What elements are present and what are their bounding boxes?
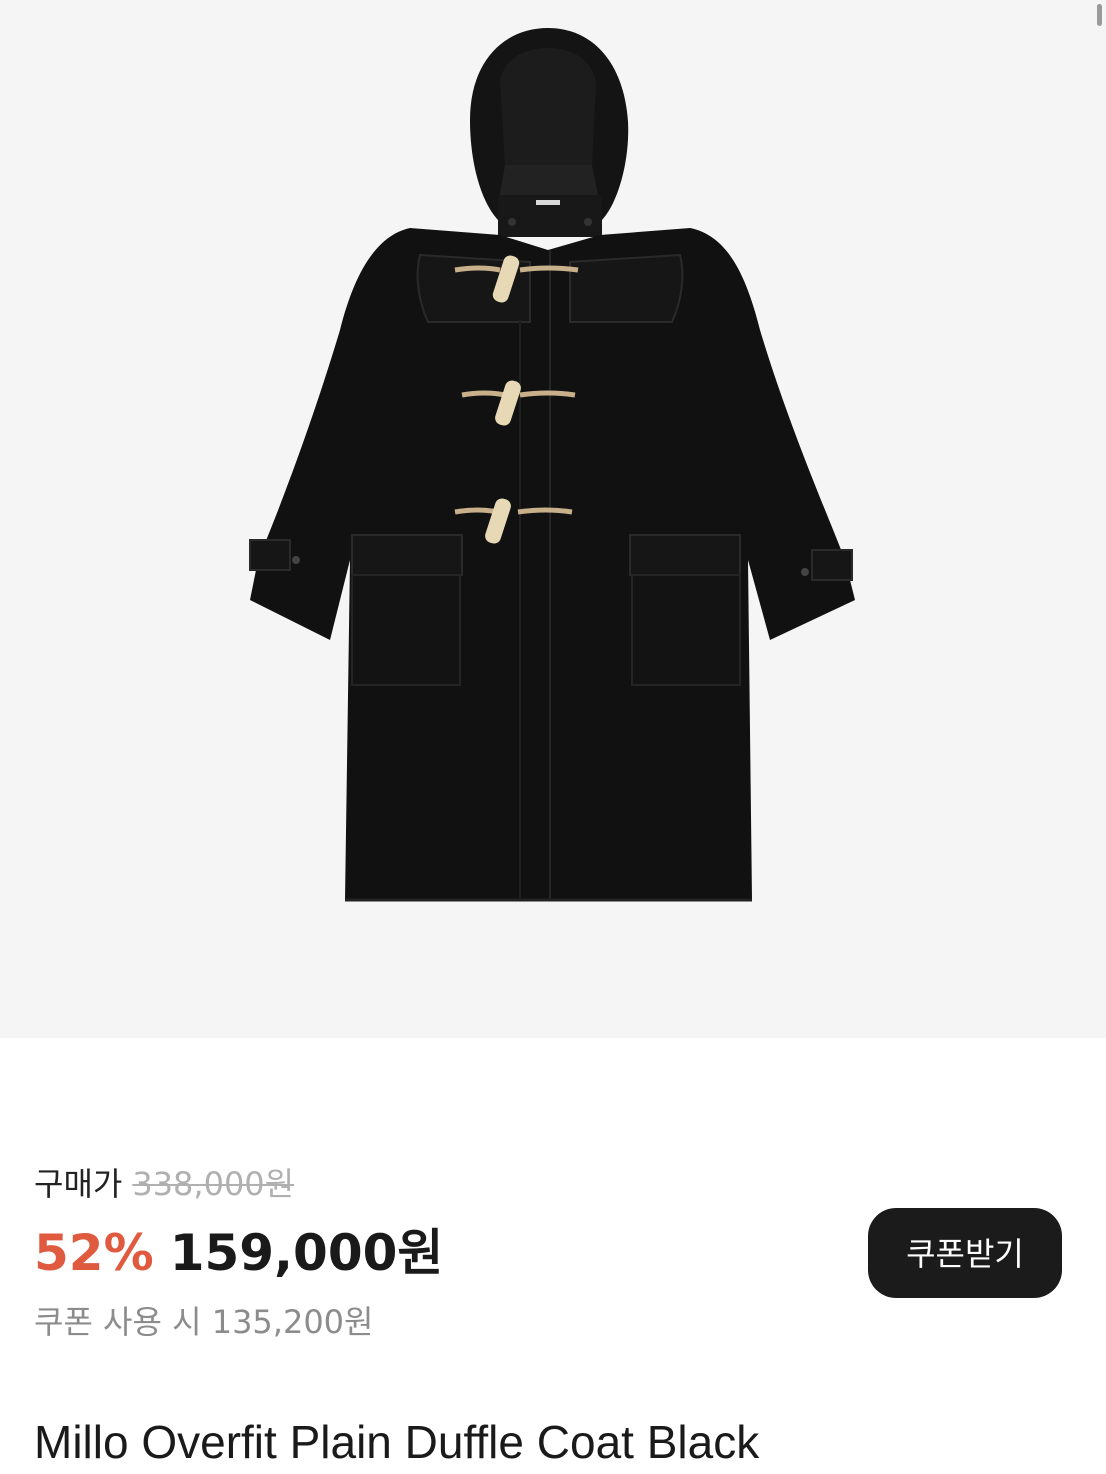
price-label: 구매가 — [34, 1165, 123, 1203]
scroll-indicator[interactable] — [1097, 4, 1102, 26]
get-coupon-button[interactable]: 쿠폰받기 — [868, 1208, 1062, 1298]
product-image[interactable] — [0, 0, 1106, 1038]
sale-price-row: 52% 159,000원 — [34, 1220, 443, 1286]
product-name: Millo Overfit Plain Duffle Coat Black — [34, 1416, 760, 1468]
duffle-coat-illustration — [249, 28, 855, 902]
price-label-row: 구매가 338,000원 — [34, 1160, 294, 1208]
original-price: 338,000원 — [132, 1165, 295, 1203]
product-detail-page: 구매가 338,000원 52% 159,000원 쿠폰 사용 시 135,200원… — [0, 0, 1106, 1474]
discount-rate: 52% — [34, 1224, 154, 1282]
sale-price: 159,000원 — [169, 1224, 444, 1282]
coupon-price-text: 쿠폰 사용 시 135,200원 — [34, 1303, 374, 1341]
